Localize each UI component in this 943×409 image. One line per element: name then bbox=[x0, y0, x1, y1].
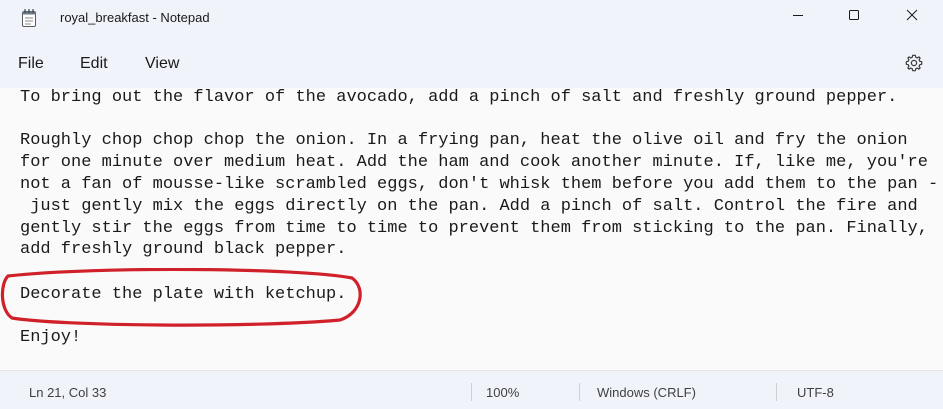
status-bar: Ln 21, Col 33 100% Windows (CRLF) UTF-8 bbox=[0, 370, 943, 409]
text-line: To bring out the flavor of the avocado, … bbox=[20, 88, 898, 107]
text-editor[interactable]: To bring out the flavor of the avocado, … bbox=[0, 88, 943, 370]
gear-icon[interactable] bbox=[904, 53, 924, 73]
minimize-button[interactable] bbox=[775, 0, 821, 34]
encoding[interactable]: UTF-8 bbox=[797, 385, 834, 400]
cursor-position: Ln 21, Col 33 bbox=[29, 385, 107, 400]
highlight-ellipse bbox=[0, 268, 362, 327]
text-line: not a fan of mousse-like scrambled eggs,… bbox=[20, 175, 939, 194]
title-bar[interactable]: royal_breakfast - Notepad bbox=[0, 0, 943, 38]
menu-file[interactable]: File bbox=[18, 55, 44, 73]
status-divider bbox=[471, 383, 472, 401]
text-line: just gently mix the eggs directly on the… bbox=[20, 197, 918, 216]
line-ending[interactable]: Windows (CRLF) bbox=[597, 385, 696, 400]
maximize-icon bbox=[848, 8, 860, 26]
maximize-button[interactable] bbox=[831, 0, 877, 34]
menu-view[interactable]: View bbox=[145, 55, 179, 73]
menu-bar: File Edit View bbox=[0, 38, 943, 88]
text-line: add freshly ground black pepper. bbox=[20, 240, 347, 259]
text-line: Roughly chop chop chop the onion. In a f… bbox=[20, 131, 908, 150]
close-icon bbox=[906, 8, 918, 26]
text-line: for one minute over medium heat. Add the… bbox=[20, 153, 928, 172]
text-line: gently stir the eggs from time to time t… bbox=[20, 219, 928, 238]
zoom-level[interactable]: 100% bbox=[486, 385, 519, 400]
minimize-icon bbox=[792, 8, 804, 26]
close-button[interactable] bbox=[889, 0, 935, 34]
notepad-window: royal_breakfast - Notepad File Edit View bbox=[0, 0, 943, 409]
notepad-icon bbox=[22, 9, 36, 27]
menu-edit[interactable]: Edit bbox=[80, 55, 108, 73]
text-line: Enjoy! bbox=[20, 328, 82, 347]
status-divider bbox=[776, 383, 777, 401]
status-divider bbox=[579, 383, 580, 401]
window-title: royal_breakfast - Notepad bbox=[60, 10, 210, 25]
